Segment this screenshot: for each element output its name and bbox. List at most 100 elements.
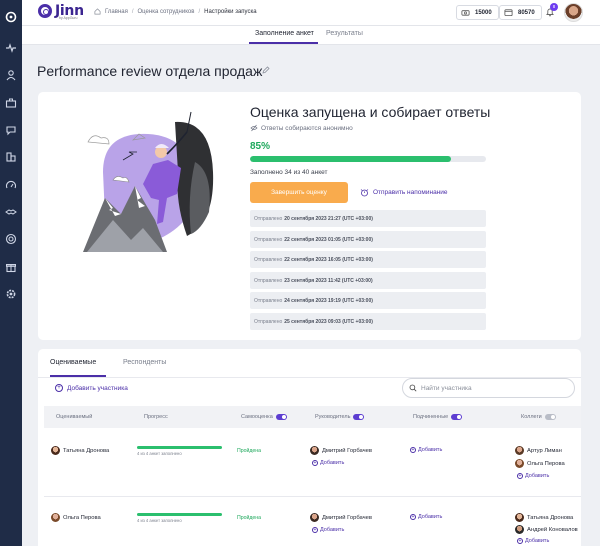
anonymous-note: Ответы собираются анонимно [250, 124, 353, 132]
add-colleague-button[interactable]: + Добавить [517, 538, 549, 544]
status-title: Оценка запущена и собирает ответы [250, 104, 491, 120]
progress-percent: 85% [250, 141, 271, 152]
row-progress-text: 4 из 4 анкет заполнено [137, 518, 182, 523]
plus-circle-icon: + [410, 514, 416, 520]
self-toggle[interactable] [275, 414, 287, 420]
self-status: Пройдена [237, 515, 262, 521]
search-icon [409, 384, 417, 392]
sent-entry: Отправлено 25 сентября 2023 09:03 (UTC +0… [250, 313, 486, 330]
add-manager-button[interactable]: + Добавить [312, 527, 344, 533]
subordinates-toggle[interactable] [451, 414, 463, 420]
tab-respondents[interactable]: Респонденты [123, 359, 166, 366]
sent-entry: Отправлено 22 сентября 2023 16:05 (UTC +0… [250, 251, 486, 268]
manager-toggle[interactable] [353, 414, 365, 420]
evaluated-person[interactable]: Татьяна Дронова [51, 446, 109, 455]
column-subordinates: Подчиненные [413, 414, 463, 420]
active-tab-indicator [249, 42, 318, 44]
colleagues-toggle[interactable] [544, 414, 556, 420]
notification-badge: 8 [550, 3, 558, 11]
alarm-icon [360, 189, 369, 197]
add-participant-label: Добавить участника [67, 384, 128, 392]
page-tabs: Заполнение анкет Результаты [22, 26, 600, 45]
plus-circle-icon: + [410, 447, 416, 453]
coins-icon [461, 10, 470, 16]
participants-card: Оцениваемые Респонденты + Добавить участ… [38, 349, 581, 546]
self-status: Пройдена [237, 448, 262, 454]
handshake-icon[interactable] [5, 206, 17, 218]
add-colleague-button[interactable]: + Добавить [517, 473, 549, 479]
filled-count: Заполнено 34 из 40 анкет [250, 169, 328, 176]
breadcrumb-current: Настройки запуска [204, 8, 257, 15]
evaluated-person[interactable]: Ольга Перова [51, 513, 101, 522]
coins-value: 15000 [475, 9, 492, 16]
gauge-icon[interactable] [5, 179, 17, 191]
settings-icon[interactable] [5, 288, 17, 300]
user-avatar[interactable] [564, 3, 583, 22]
logo-swirl-icon[interactable] [5, 11, 17, 23]
sent-entry: Отправлено 23 сентября 2023 11:42 (UTC +0… [250, 272, 486, 289]
pulse-icon[interactable] [5, 42, 17, 54]
search-input[interactable] [421, 384, 571, 392]
manager-person[interactable]: Дмитрий Горбачев [310, 446, 372, 455]
chat-icon[interactable] [5, 124, 17, 136]
anonymous-text: Ответы собираются анонимно [261, 124, 353, 132]
finish-evaluation-button[interactable]: Завершить оценку [250, 182, 348, 203]
avatar [515, 525, 524, 534]
colleague-person[interactable]: Андрей Коновалов [515, 525, 578, 534]
send-reminder-button[interactable]: Отправить напоминание [360, 188, 448, 197]
avatar [515, 459, 524, 468]
avatar [51, 513, 60, 522]
page-title: Performance review отдела продаж [37, 63, 263, 79]
logo-subtitle: by AppGuru [59, 16, 78, 20]
add-subordinate-button[interactable]: + Добавить [410, 447, 442, 453]
tab-evaluated[interactable]: Оцениваемые [50, 359, 96, 366]
participant-search[interactable] [402, 378, 575, 398]
sidebar [0, 0, 22, 546]
tab-filling[interactable]: Заполнение анкет [255, 30, 314, 37]
avatar [310, 513, 319, 522]
table-header: Оцениваемый Прогресс Самооценка Руководи… [44, 406, 581, 428]
gift-icon[interactable] [5, 261, 17, 273]
edit-icon[interactable] [262, 66, 270, 74]
progress-bar-fill [250, 156, 451, 162]
tab-results[interactable]: Результаты [326, 30, 363, 37]
coins-counter[interactable]: 15000 [456, 5, 499, 20]
points-counter[interactable]: 80570 [499, 5, 542, 20]
plus-circle-icon: + [55, 384, 63, 392]
wallet-icon [504, 9, 513, 17]
briefcase-icon[interactable] [5, 97, 17, 109]
add-subordinate-button[interactable]: + Добавить [410, 514, 442, 520]
avatar [515, 446, 524, 455]
plus-circle-icon: + [517, 538, 523, 544]
breadcrumb-home[interactable]: Главная [105, 9, 128, 15]
manager-person[interactable]: Дмитрий Горбачев [310, 513, 372, 522]
plus-circle-icon: + [517, 473, 523, 479]
column-self: Самооценка [241, 414, 287, 420]
row-progress-bar [137, 446, 222, 449]
progress-bar [250, 156, 486, 162]
sent-entry: Отправлено 20 сентября 2023 21:27 (UTC +0… [250, 210, 486, 227]
row-divider [44, 496, 581, 497]
target-icon[interactable] [5, 233, 17, 245]
home-icon[interactable] [94, 8, 101, 15]
avatar [51, 446, 60, 455]
breadcrumb-evaluation[interactable]: Оценка сотрудников [138, 9, 195, 15]
breadcrumb-separator: / [198, 8, 201, 15]
row-progress-bar [137, 513, 222, 516]
buildings-icon[interactable] [5, 151, 17, 163]
column-progress: Прогресс [144, 414, 168, 420]
colleague-person[interactable]: Татьяна Дронова [515, 513, 573, 522]
add-participant-button[interactable]: + Добавить участника [55, 384, 128, 392]
user-icon[interactable] [5, 69, 17, 81]
row-progress-text: 4 из 4 анкет заполнено [137, 451, 182, 456]
climber-illustration [83, 111, 214, 252]
avatar [310, 446, 319, 455]
avatar [515, 513, 524, 522]
column-manager: Руководитель [315, 414, 365, 420]
colleague-person[interactable]: Артур Лиман [515, 446, 562, 455]
sent-entry: Отправлено 22 сентября 2023 01:05 (UTC +0… [250, 231, 486, 248]
eye-off-icon [250, 124, 258, 132]
add-manager-button[interactable]: + Добавить [312, 460, 344, 466]
colleague-person[interactable]: Ольга Перова [515, 459, 565, 468]
column-colleagues: Коллеги [521, 414, 556, 420]
